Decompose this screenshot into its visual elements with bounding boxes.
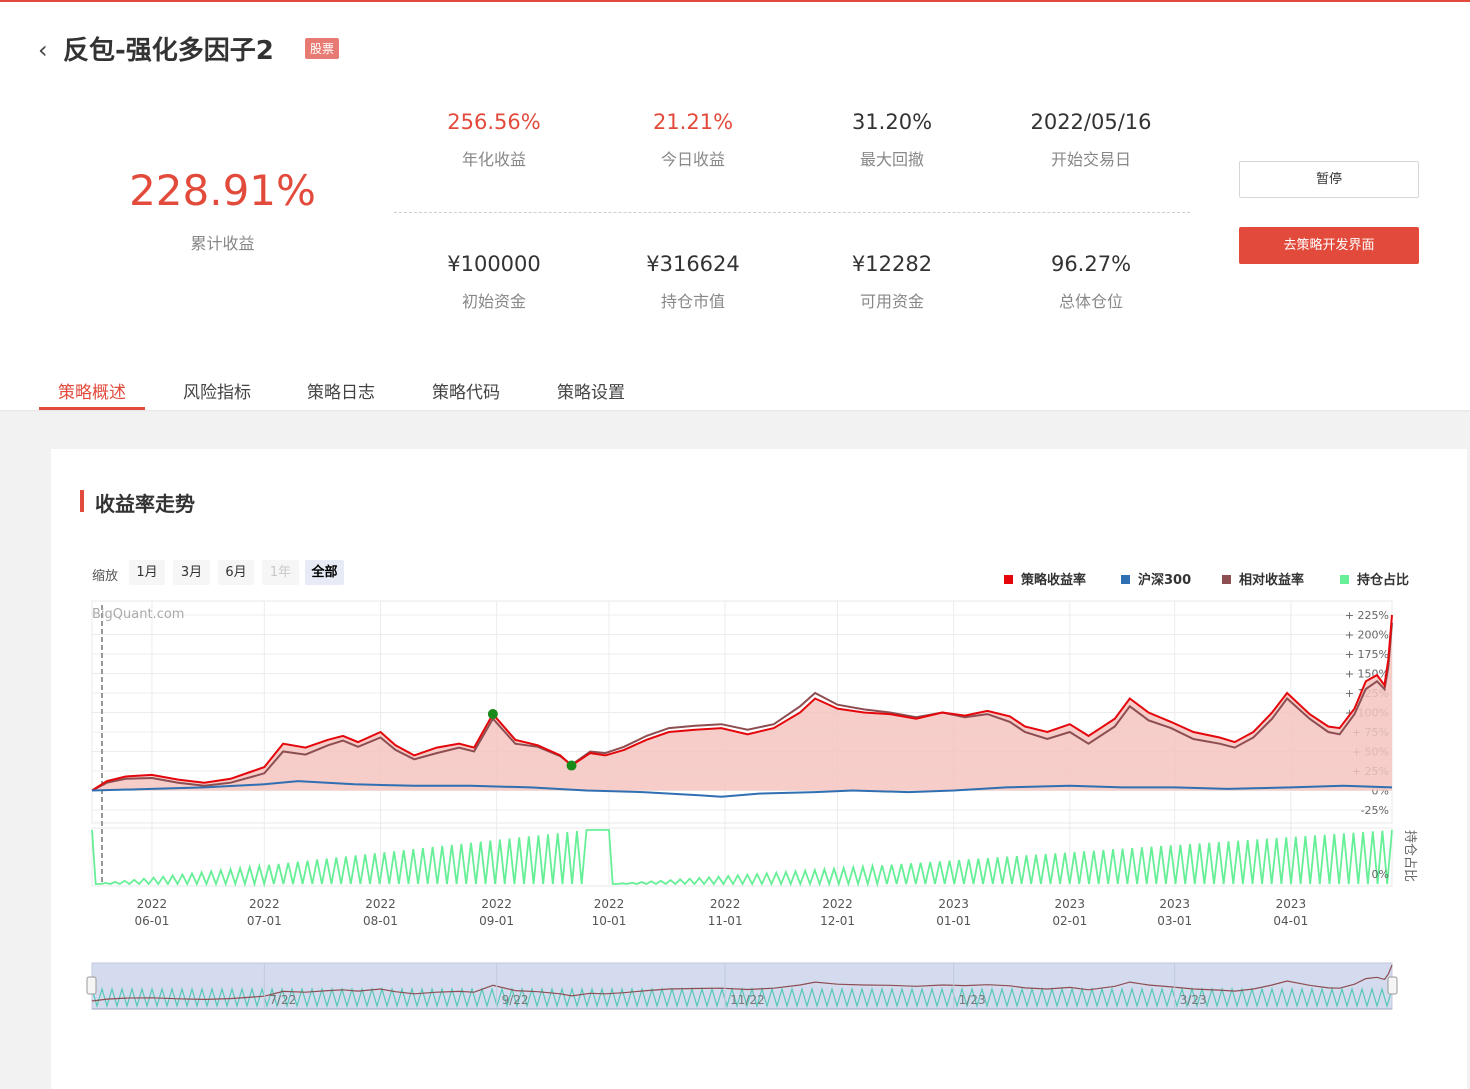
y-tick-label: + 175%: [1345, 648, 1389, 661]
drawdown-peak-point[interactable]: [487, 709, 498, 720]
x-tick-date: 08-01: [363, 914, 398, 928]
x-tick-date: 03-01: [1157, 914, 1192, 928]
navigator-label: 9/22: [502, 993, 529, 1007]
x-tick-year: 2022: [594, 897, 625, 911]
y-tick-label: + 200%: [1345, 629, 1389, 642]
x-tick-year: 2023: [1159, 897, 1190, 911]
drawdown-trough-point[interactable]: [566, 760, 577, 771]
y-tick-label: -25%: [1361, 804, 1389, 817]
x-tick-year: 2022: [249, 897, 280, 911]
navigator-right-handle[interactable]: [1387, 976, 1398, 995]
position-plot-area: [91, 827, 1393, 887]
x-tick-date: 12-01: [820, 914, 855, 928]
x-tick-date: 04-01: [1273, 914, 1308, 928]
chart-credit: BigQuant.com: [92, 607, 184, 622]
x-tick-date: 06-01: [135, 914, 170, 928]
x-tick-year: 2023: [1276, 897, 1307, 911]
navigator-left-handle[interactable]: [86, 976, 97, 995]
x-tick-year: 2022: [365, 897, 396, 911]
navigator-label: 3/23: [1180, 993, 1207, 1007]
x-tick-date: 01-01: [936, 914, 971, 928]
x-tick-year: 2022: [481, 897, 512, 911]
position-tick-label: 0%: [1372, 868, 1389, 881]
navigator-label: 11/22: [730, 993, 765, 1007]
x-tick-date: 11-01: [708, 914, 743, 928]
x-tick-year: 2022: [137, 897, 168, 911]
x-tick-year: 2023: [1055, 897, 1086, 911]
x-tick-date: 09-01: [479, 914, 514, 928]
x-tick-year: 2023: [938, 897, 969, 911]
x-tick-year: 2022: [822, 897, 853, 911]
x-tick-date: 02-01: [1052, 914, 1087, 928]
navigator-label: 7/22: [269, 993, 296, 1007]
x-tick-date: 10-01: [592, 914, 627, 928]
x-tick-date: 07-01: [247, 914, 282, 928]
navigator-label: 1/23: [959, 993, 986, 1007]
y-tick-label: + 150%: [1345, 668, 1389, 681]
x-tick-year: 2022: [710, 897, 741, 911]
position-ratio-line: [91, 829, 1393, 888]
returns-chart: + 225%+ 200%+ 175%+ 150%+ 125%+ 100%+ 75…: [86, 600, 1417, 1010]
position-axis-title: 持仓占比: [1402, 830, 1417, 882]
y-tick-label: + 225%: [1345, 609, 1389, 622]
